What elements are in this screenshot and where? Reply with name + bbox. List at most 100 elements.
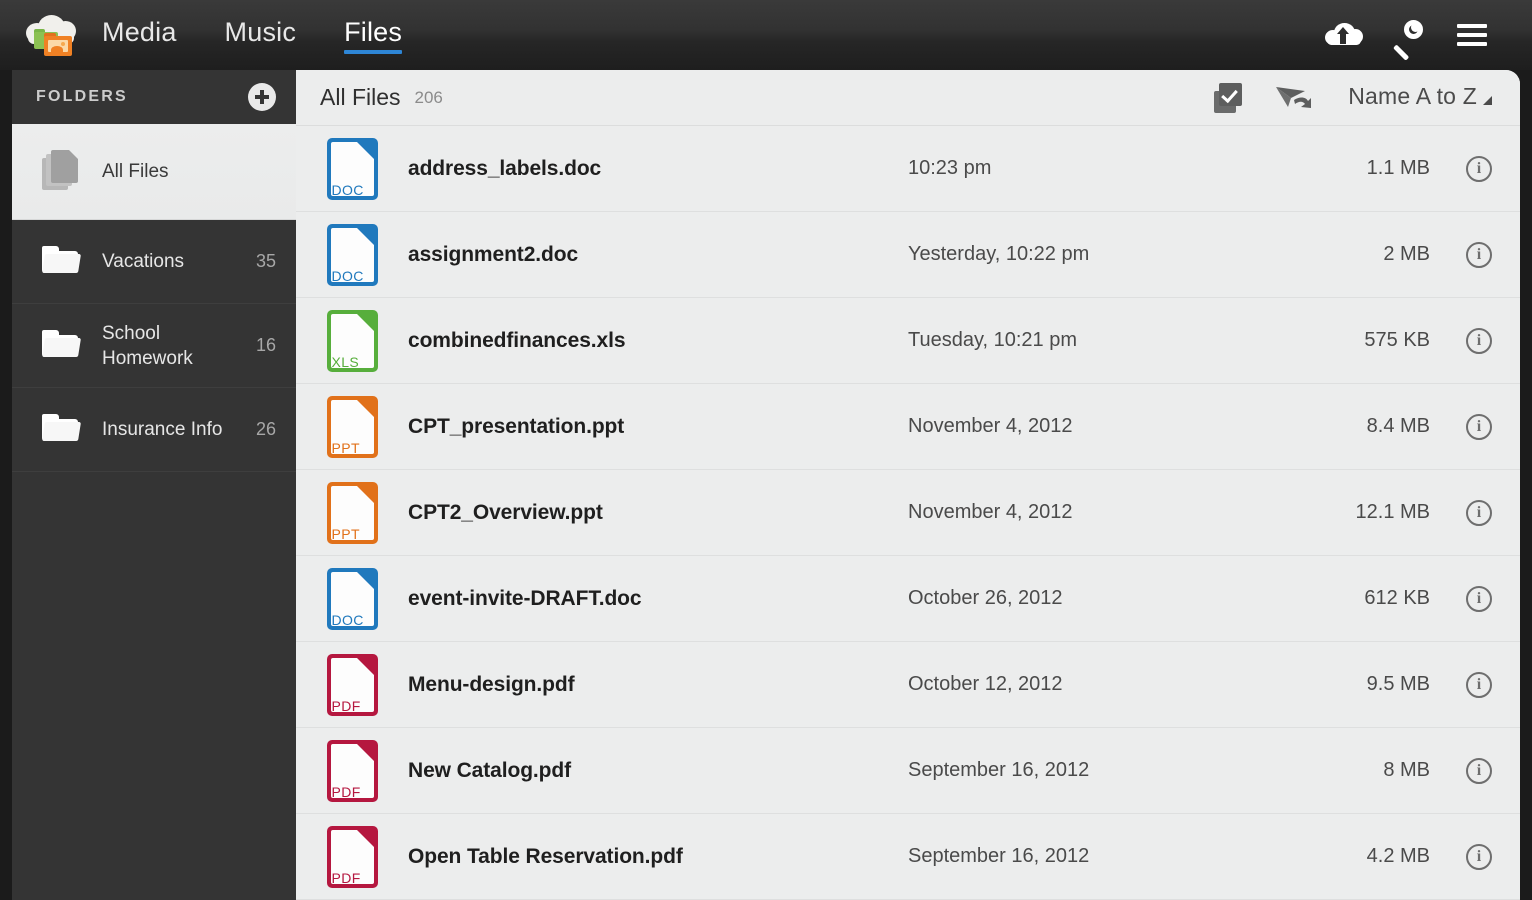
file-date: 10:23 pm: [908, 157, 992, 179]
file-type-icon: DOC: [318, 223, 386, 286]
stacked-pages-icon: [42, 149, 88, 194]
hamburger-menu-icon[interactable]: [1440, 13, 1504, 57]
file-type-icon: PDF: [318, 739, 386, 802]
sidebar-item-count: 35: [255, 251, 276, 271]
file-info-button[interactable]: i: [1430, 585, 1492, 612]
add-folder-plus-icon[interactable]: [248, 83, 276, 111]
file-size: 8.4 MB: [1366, 415, 1430, 437]
key-search-icon[interactable]: [1376, 13, 1440, 61]
file-size: 575 KB: [1364, 329, 1430, 351]
sidebar-item-label: Insurance Info: [102, 419, 223, 440]
info-circle-icon: i: [1466, 499, 1492, 526]
file-count: 206: [414, 87, 443, 107]
sidebar-title: FOLDERS: [36, 88, 128, 105]
sort-dropdown[interactable]: Name A to Z: [1348, 83, 1492, 112]
multi-select-checkbox-icon[interactable]: [1198, 78, 1262, 118]
file-date: October 12, 2012: [908, 673, 1063, 695]
tab-music[interactable]: Music: [225, 17, 297, 54]
file-size: 612 KB: [1364, 587, 1430, 609]
file-name: CPT_presentation.ppt: [408, 414, 625, 438]
file-date: October 26, 2012: [908, 587, 1063, 609]
info-circle-icon: i: [1466, 843, 1492, 870]
file-info-button[interactable]: i: [1430, 671, 1492, 698]
file-name: combinedfinances.xls: [408, 328, 626, 352]
file-date: November 4, 2012: [908, 501, 1073, 523]
table-row[interactable]: PDF Open Table Reservation.pdf September…: [296, 814, 1520, 900]
cloud-upload-icon[interactable]: [1312, 13, 1376, 57]
content-header: All Files 206 Name A to Z: [296, 70, 1520, 126]
table-row[interactable]: PDF New Catalog.pdf September 16, 2012 8…: [296, 728, 1520, 814]
sidebar-item-label: All Files: [102, 161, 169, 182]
sidebar-item-label: Vacations: [102, 251, 185, 272]
share-paper-plane-icon[interactable]: [1262, 78, 1326, 118]
info-circle-icon: i: [1466, 757, 1492, 784]
file-type-icon: PPT: [318, 481, 386, 544]
file-info-button[interactable]: i: [1430, 155, 1492, 182]
file-name: Open Table Reservation.pdf: [408, 844, 683, 868]
top-bar-actions: [1312, 13, 1532, 61]
sidebar-item-count: 16: [255, 335, 276, 355]
table-row[interactable]: PDF Menu-design.pdf October 12, 2012 9.5…: [296, 642, 1520, 728]
file-name: address_labels.doc: [408, 156, 602, 180]
file-date: September 16, 2012: [908, 845, 1090, 867]
file-info-button[interactable]: i: [1430, 327, 1492, 354]
sidebar-item-all-files[interactable]: All Files: [12, 124, 296, 220]
file-type-icon: PPT: [318, 395, 386, 458]
sidebar-item-school-homework[interactable]: School Homework 16: [12, 304, 296, 388]
folder-icon: [42, 329, 88, 362]
table-row[interactable]: PPT CPT2_Overview.ppt November 4, 2012 1…: [296, 470, 1520, 556]
file-name: Menu-design.pdf: [408, 672, 575, 696]
file-date: Tuesday, 10:21 pm: [908, 329, 1077, 351]
cloud-folder-logo-icon: [22, 11, 80, 59]
file-date: November 4, 2012: [908, 415, 1073, 437]
file-name: event-invite-DRAFT.doc: [408, 586, 642, 610]
table-row[interactable]: DOC assignment2.doc Yesterday, 10:22 pm …: [296, 212, 1520, 298]
file-info-button[interactable]: i: [1430, 241, 1492, 268]
file-type-icon: DOC: [318, 137, 386, 200]
file-size: 2 MB: [1383, 243, 1430, 265]
file-size: 12.1 MB: [1355, 501, 1430, 523]
app-window: Media Music Files FOLDERS All Files Vaca…: [0, 0, 1532, 900]
file-list[interactable]: DOC address_labels.doc 10:23 pm 1.1 MB i…: [296, 126, 1520, 900]
sidebar-item-insurance-info[interactable]: Insurance Info 26: [12, 388, 296, 472]
sidebar-item-vacations[interactable]: Vacations 35: [12, 220, 296, 304]
info-circle-icon: i: [1466, 241, 1492, 268]
tab-files[interactable]: Files: [344, 17, 403, 54]
file-info-button[interactable]: i: [1430, 499, 1492, 526]
file-info-button[interactable]: i: [1430, 413, 1492, 440]
sort-label: Name A to Z: [1348, 83, 1477, 109]
table-row[interactable]: XLS combinedfinances.xls Tuesday, 10:21 …: [296, 298, 1520, 384]
file-info-button[interactable]: i: [1430, 757, 1492, 784]
sidebar-item-count: 26: [255, 419, 276, 439]
tab-media[interactable]: Media: [102, 17, 177, 54]
file-type-icon: XLS: [318, 309, 386, 372]
folder-icon: [42, 413, 88, 446]
page-title: All Files: [320, 84, 401, 110]
content-header-actions: Name A to Z: [1198, 78, 1492, 118]
info-circle-icon: i: [1466, 413, 1492, 440]
file-name: New Catalog.pdf: [408, 758, 572, 782]
file-size: 4.2 MB: [1366, 845, 1430, 867]
info-circle-icon: i: [1466, 155, 1492, 182]
file-size: 9.5 MB: [1366, 673, 1430, 695]
sidebar-item-label: School Homework: [102, 322, 193, 369]
file-name: assignment2.doc: [408, 242, 579, 266]
table-row[interactable]: DOC event-invite-DRAFT.doc October 26, 2…: [296, 556, 1520, 642]
top-navigation-bar: Media Music Files: [0, 0, 1532, 70]
file-date: September 16, 2012: [908, 759, 1090, 781]
sidebar: FOLDERS All Files Vacations 35 School Ho…: [12, 70, 296, 900]
file-type-icon: PDF: [318, 653, 386, 716]
info-circle-icon: i: [1466, 585, 1492, 612]
file-date: Yesterday, 10:22 pm: [908, 243, 1090, 265]
info-circle-icon: i: [1466, 671, 1492, 698]
table-row[interactable]: PPT CPT_presentation.ppt November 4, 201…: [296, 384, 1520, 470]
file-size: 1.1 MB: [1366, 157, 1430, 179]
file-size: 8 MB: [1383, 759, 1430, 781]
table-row[interactable]: DOC address_labels.doc 10:23 pm 1.1 MB i: [296, 126, 1520, 212]
sidebar-header: FOLDERS: [12, 70, 296, 124]
folder-icon: [42, 245, 88, 278]
file-name: CPT2_Overview.ppt: [408, 500, 603, 524]
content-panel: All Files 206 Name A to Z DOC address_la…: [296, 70, 1520, 900]
sort-caret-icon: [1483, 96, 1492, 105]
file-info-button[interactable]: i: [1430, 843, 1492, 870]
